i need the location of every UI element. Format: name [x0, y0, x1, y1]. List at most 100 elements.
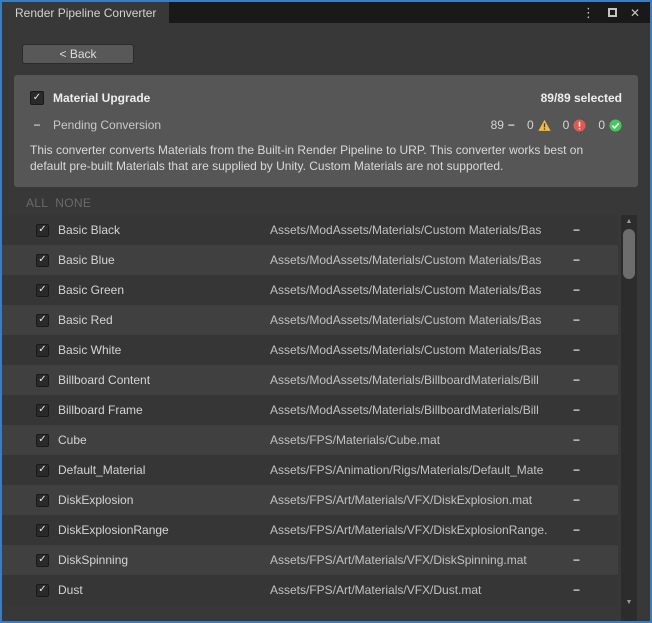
material-checkbox[interactable]: ✓ — [36, 404, 49, 417]
success-icon — [609, 119, 622, 132]
material-row[interactable]: ✓ Basic Black Assets/ModAssets/Materials… — [2, 215, 618, 245]
check-icon: ✓ — [38, 225, 46, 235]
material-checkbox[interactable]: ✓ — [36, 464, 49, 477]
material-name: Basic Black — [58, 223, 270, 237]
maximize-icon[interactable] — [608, 8, 617, 17]
material-name: Billboard Content — [58, 373, 270, 387]
titlebar: Render Pipeline Converter ⋮ ✕ — [2, 2, 650, 23]
material-name: Basic Green — [58, 283, 270, 297]
material-row[interactable]: ✓ Cube Assets/FPS/Materials/Cube.mat − — [2, 425, 618, 455]
selected-count: 89/89 selected — [541, 91, 622, 105]
select-none-button[interactable]: NONE — [55, 196, 91, 210]
material-name: DiskSpinning — [58, 553, 270, 567]
converter-name: Material Upgrade — [53, 91, 150, 105]
material-row[interactable]: ✓ DiskSpinning Assets/FPS/Art/Materials/… — [2, 545, 618, 575]
row-status-dash-icon: − — [566, 583, 580, 597]
check-icon: ✓ — [38, 585, 46, 595]
material-name: Billboard Frame — [58, 403, 270, 417]
error-icon — [573, 119, 586, 132]
material-checkbox[interactable]: ✓ — [36, 524, 49, 537]
material-checkbox[interactable]: ✓ — [36, 254, 49, 267]
material-checkbox[interactable]: ✓ — [36, 374, 49, 387]
material-row[interactable]: ✓ Basic Blue Assets/ModAssets/Materials/… — [2, 245, 618, 275]
material-row[interactable]: ✓ Basic Green Assets/ModAssets/Materials… — [2, 275, 618, 305]
pending-dash-icon: − — [508, 118, 515, 132]
material-path: Assets/ModAssets/Materials/BillboardMate… — [270, 373, 566, 387]
selection-header: ALL NONE — [26, 196, 650, 210]
row-status-dash-icon: − — [566, 343, 580, 357]
check-icon: ✓ — [38, 495, 46, 505]
row-status-dash-icon: − — [566, 253, 580, 267]
check-icon: ✓ — [33, 93, 41, 103]
material-path: Assets/FPS/Art/Materials/VFX/DiskExplosi… — [270, 493, 566, 507]
pending-count: 89 — [491, 118, 504, 132]
material-row[interactable]: ✓ Billboard Content Assets/ModAssets/Mat… — [2, 365, 618, 395]
converter-panel: ✓ Material Upgrade 89/89 selected − Pend… — [14, 75, 638, 187]
material-path: Assets/ModAssets/Materials/BillboardMate… — [270, 403, 566, 417]
material-checkbox[interactable]: ✓ — [36, 494, 49, 507]
material-row[interactable]: ✓ Basic White Assets/ModAssets/Materials… — [2, 335, 618, 365]
material-row[interactable]: ✓ DiskExplosionRange Assets/FPS/Art/Mate… — [2, 515, 618, 545]
check-icon: ✓ — [38, 465, 46, 475]
close-icon[interactable]: ✕ — [630, 7, 640, 19]
window-controls: ⋮ ✕ — [582, 2, 650, 23]
materials-list: ✓ Basic Black Assets/ModAssets/Materials… — [2, 215, 650, 621]
material-name: Basic Red — [58, 313, 270, 327]
pending-status-dash-icon: − — [30, 118, 44, 132]
check-icon: ✓ — [38, 255, 46, 265]
material-checkbox[interactable]: ✓ — [36, 434, 49, 447]
pending-conversion-label: Pending Conversion — [53, 118, 161, 132]
material-row[interactable]: ✓ DiskExplosion Assets/FPS/Art/Materials… — [2, 485, 618, 515]
material-path: Assets/FPS/Animation/Rigs/Materials/Defa… — [270, 463, 566, 477]
error-count: 0 — [563, 118, 570, 132]
material-name: DiskExplosionRange — [58, 523, 270, 537]
check-icon: ✓ — [38, 555, 46, 565]
materials-rows: ✓ Basic Black Assets/ModAssets/Materials… — [2, 215, 650, 605]
check-icon: ✓ — [38, 405, 46, 415]
back-button[interactable]: < Back — [22, 44, 134, 64]
scrollbar[interactable]: ▲ ▼ — [621, 215, 637, 621]
scrollbar-thumb[interactable] — [623, 229, 635, 279]
material-row[interactable]: ✓ Default_Material Assets/FPS/Animation/… — [2, 455, 618, 485]
row-status-dash-icon: − — [566, 463, 580, 477]
material-name: Basic White — [58, 343, 270, 357]
row-status-dash-icon: − — [566, 493, 580, 507]
material-checkbox[interactable]: ✓ — [36, 554, 49, 567]
warning-count: 0 — [527, 118, 534, 132]
success-count: 0 — [598, 118, 605, 132]
window-title: Render Pipeline Converter — [15, 6, 156, 20]
select-all-button[interactable]: ALL — [26, 196, 48, 210]
material-path: Assets/ModAssets/Materials/Custom Materi… — [270, 313, 566, 327]
material-name: DiskExplosion — [58, 493, 270, 507]
material-name: Basic Blue — [58, 253, 270, 267]
material-row[interactable]: ✓ Dust Assets/FPS/Art/Materials/VFX/Dust… — [2, 575, 618, 605]
check-icon: ✓ — [38, 435, 46, 445]
check-icon: ✓ — [38, 525, 46, 535]
material-path: Assets/FPS/Art/Materials/VFX/Dust.mat — [270, 583, 566, 597]
material-checkbox[interactable]: ✓ — [36, 284, 49, 297]
row-status-dash-icon: − — [566, 373, 580, 387]
material-path: Assets/ModAssets/Materials/Custom Materi… — [270, 253, 566, 267]
material-path: Assets/FPS/Art/Materials/VFX/DiskExplosi… — [270, 523, 566, 537]
row-status-dash-icon: − — [566, 283, 580, 297]
scroll-down-icon[interactable]: ▼ — [621, 599, 637, 607]
render-pipeline-converter-window: Render Pipeline Converter ⋮ ✕ < Back ✓ M… — [0, 0, 652, 623]
material-upgrade-checkbox[interactable]: ✓ — [30, 91, 44, 105]
check-icon: ✓ — [38, 315, 46, 325]
warning-icon — [538, 119, 551, 132]
material-checkbox[interactable]: ✓ — [36, 344, 49, 357]
row-status-dash-icon: − — [566, 433, 580, 447]
material-checkbox[interactable]: ✓ — [36, 224, 49, 237]
window-tab[interactable]: Render Pipeline Converter — [2, 2, 169, 23]
converter-description: This converter converts Materials from t… — [30, 142, 622, 174]
material-name: Dust — [58, 583, 270, 597]
material-checkbox[interactable]: ✓ — [36, 314, 49, 327]
material-path: Assets/ModAssets/Materials/Custom Materi… — [270, 283, 566, 297]
row-status-dash-icon: − — [566, 313, 580, 327]
material-row[interactable]: ✓ Basic Red Assets/ModAssets/Materials/C… — [2, 305, 618, 335]
material-checkbox[interactable]: ✓ — [36, 584, 49, 597]
scroll-up-icon[interactable]: ▲ — [621, 218, 637, 226]
pending-conversion-row: − Pending Conversion 89 − 0 0 0 — [30, 117, 622, 133]
menu-icon[interactable]: ⋮ — [582, 6, 595, 19]
material-row[interactable]: ✓ Billboard Frame Assets/ModAssets/Mater… — [2, 395, 618, 425]
